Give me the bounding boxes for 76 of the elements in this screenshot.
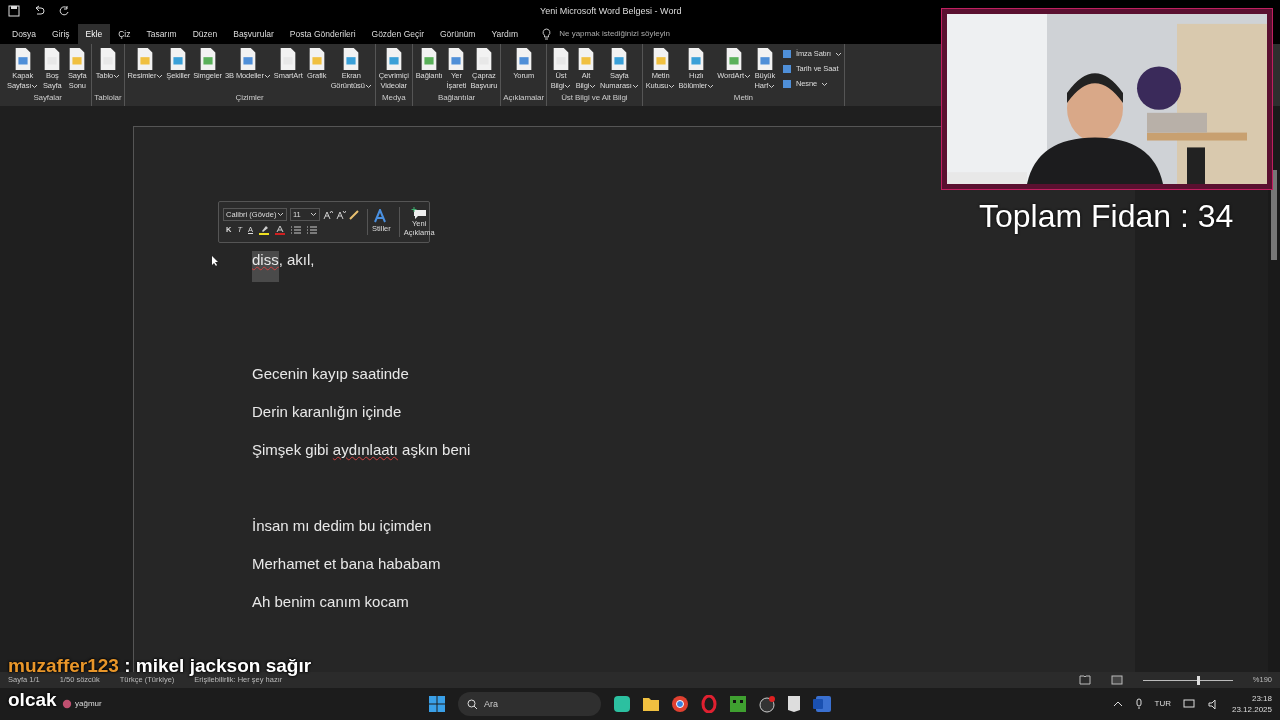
save-icon[interactable] [8,5,20,17]
input-language[interactable]: TUR [1154,698,1171,710]
start-icon[interactable] [428,695,446,713]
mouse-cursor-icon [211,255,219,267]
weather-icon [62,699,72,709]
comment-icon [411,207,428,219]
folder-icon[interactable] [642,696,660,712]
vertical-scrollbar[interactable] [1268,106,1280,672]
document-text: Şimşek gibi [252,441,330,458]
highlighter-icon[interactable] [259,225,270,235]
print-layout-icon[interactable] [1110,675,1123,685]
group-label: Çizimler [235,92,264,104]
ribbon-tab[interactable]: Düzen [184,24,226,44]
microphone-icon[interactable] [1134,698,1143,710]
read-mode-icon[interactable] [1078,675,1091,685]
ribbon-tab[interactable]: Giriş [44,24,78,44]
font-color-icon[interactable] [275,225,286,235]
group-label: Açıklamalar [503,92,544,104]
document-text: Gecenin kayıp saatinde [252,365,409,382]
browser-icon[interactable] [671,695,689,713]
document-text: aşkın beni [401,441,471,458]
document-text: Ah benim canım kocam [252,593,409,610]
counter-overlay: Toplam Fidan : 34 [979,197,1234,236]
window-title: Yeni Microsoft Word Belgesi - Word [540,5,682,18]
bullet-list-icon[interactable] [291,225,302,235]
ribbon-tab[interactable]: Görünüm [432,24,484,44]
ribbon-tab[interactable]: Dosya [4,24,45,44]
ribbon-tab[interactable]: Çiz [110,24,139,44]
chat-text: : mikel jackson sağır [124,656,312,676]
zoom-thumb[interactable] [1196,675,1200,685]
document-text: İnsan mı dedim bu içimden [252,517,432,534]
document-text: , akıl, [278,251,315,268]
zoom-slider[interactable] [1142,675,1233,685]
lightbulb-icon [542,28,552,40]
redo-icon[interactable] [58,5,70,17]
ring-icon[interactable] [700,695,718,713]
caret-icon [277,212,284,218]
document-text: diss [252,251,279,282]
launcher-icon[interactable] [787,695,801,713]
app-icon[interactable] [613,695,631,713]
ribbon-tab[interactable]: Başvurular [225,24,282,44]
chat-username: muzaffer123 [8,656,119,676]
chevron-up-icon[interactable] [1112,701,1123,707]
small-document-icon [781,64,792,74]
search-icon [467,698,478,710]
ribbon-tab[interactable]: Yardım [483,24,527,44]
small-document-icon [781,49,792,59]
grow-font-icon[interactable] [323,209,333,220]
small-document-icon [781,79,792,89]
clock-time[interactable]: 23:18 [1251,693,1272,704]
numbered-list-icon[interactable] [307,225,318,235]
tell-me-field[interactable]: Ne yapmak istediğinizi söyleyin [559,28,710,40]
group-label: Üst Bilgi ve Alt Bilgi [561,92,628,104]
document-text: Derin karanlığın içinde [252,403,402,420]
chat-text: olcak [8,690,57,710]
clock-date[interactable]: 23.12.2025 [1231,704,1272,715]
group-label: Bağlantılar [437,92,476,104]
document-text: Merhamet et bana hababam [252,555,441,572]
weather-text: yağmur [75,698,102,710]
group-label: Medya [381,92,406,104]
caret-icon [310,212,317,218]
ribbon-tab[interactable]: Gözden Geçir [363,24,432,44]
group-label: Tablolar [94,92,122,104]
circle-app-icon[interactable] [758,695,776,713]
ribbon-tab[interactable]: Tasarım [138,24,185,44]
shrink-font-icon[interactable] [336,209,346,220]
taskbar-search[interactable]: Ara [458,692,601,716]
network-icon[interactable] [1182,698,1196,710]
group-label: Sayfalar [33,92,62,104]
group-label: Metin [733,92,753,104]
ribbon-tab[interactable]: Ekle [77,24,111,44]
game-icon[interactable] [729,695,747,713]
brush-icon[interactable] [349,209,359,220]
word-icon[interactable] [812,695,832,713]
ribbon-tab[interactable]: Posta Gönderileri [281,24,364,44]
document-text: aydınlaatı [332,441,398,458]
